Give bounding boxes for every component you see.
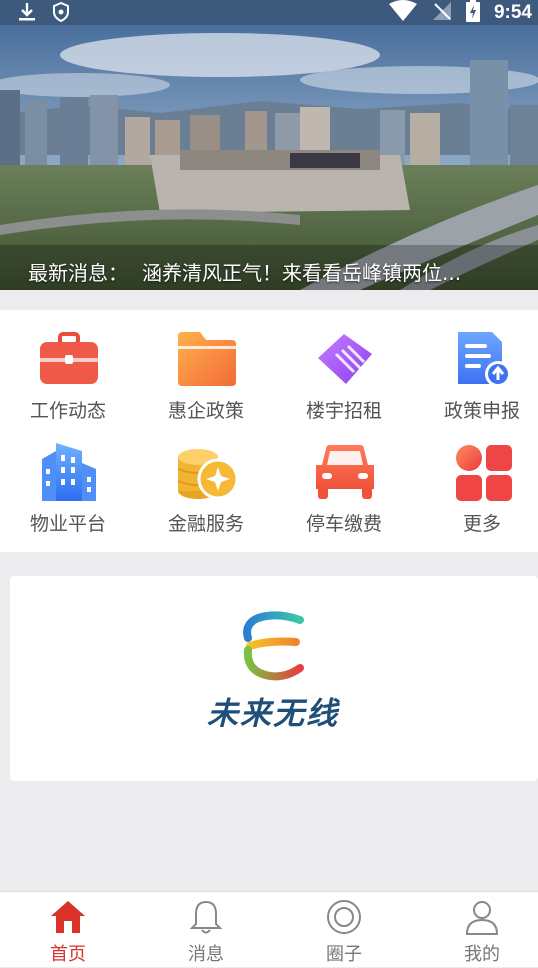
tab-circle[interactable]: 圈子	[277, 892, 411, 968]
grid-icon	[456, 445, 512, 501]
service-label: 金融服务	[167, 513, 244, 535]
service-label: 更多	[462, 513, 501, 535]
service-label: 工作动态	[29, 400, 106, 422]
service-building-rental[interactable]: 楼宇招租	[277, 310, 411, 422]
service-work-updates[interactable]: 工作动态	[1, 310, 135, 422]
news-headline: 涵养清风正气！来看看岳峰镇两位...	[142, 261, 462, 285]
tab-label: 消息	[188, 944, 224, 965]
service-parking-payment[interactable]: 停车缴费	[277, 423, 411, 535]
no-signal-icon	[432, 1, 452, 25]
news-label: 最新消息：	[28, 261, 128, 285]
document-upload-icon	[458, 332, 511, 387]
ad-banner[interactable]: 未来无线	[10, 576, 538, 781]
tab-profile[interactable]: 我的	[415, 892, 538, 968]
service-label: 楼宇招租	[305, 400, 382, 422]
news-banner[interactable]: 最新消息： 涵养清风正气！来看看岳峰镇两位...	[0, 25, 538, 290]
brand-e-logo-icon	[243, 611, 304, 681]
service-label: 惠企政策	[167, 400, 244, 422]
service-policy-application[interactable]: 政策申报	[415, 310, 538, 422]
building-icon	[42, 443, 96, 501]
service-grid: 工作动态 惠企政策 楼宇招租 政策申报 物业平台 金融服务 停车缴费 更多	[0, 310, 538, 552]
service-enterprise-policy[interactable]: 惠企政策	[139, 310, 273, 422]
service-financial[interactable]: 金融服务	[139, 423, 273, 535]
bottom-tab-bar: 首页 消息 圈子 我的	[0, 891, 538, 967]
tab-label: 首页	[50, 944, 86, 965]
future-wireless-logo: 未来无线	[188, 610, 358, 735]
service-label: 物业平台	[29, 513, 106, 535]
clock-time: 9:54	[493, 1, 532, 23]
service-property-platform[interactable]: 物业平台	[1, 423, 135, 535]
handshake-icon	[318, 334, 372, 384]
service-label: 政策申报	[443, 400, 520, 422]
service-more[interactable]: 更多	[415, 423, 538, 535]
coins-icon	[177, 449, 238, 500]
tab-label: 我的	[464, 944, 500, 965]
briefcase-icon	[40, 332, 98, 384]
car-icon	[316, 445, 374, 499]
shield-icon	[52, 1, 70, 26]
user-icon	[465, 901, 499, 935]
circle-icon	[327, 900, 361, 934]
news-ticker[interactable]: 最新消息： 涵养清风正气！来看看岳峰镇两位...	[28, 257, 461, 286]
battery-charging-icon	[465, 0, 480, 26]
city-skyline-image	[0, 25, 538, 290]
tab-messages[interactable]: 消息	[139, 892, 273, 968]
home-icon	[51, 901, 85, 933]
service-label: 停车缴费	[305, 513, 382, 535]
brand-name: 未来无线	[207, 696, 339, 732]
download-icon	[18, 2, 36, 26]
tab-home[interactable]: 首页	[1, 892, 135, 968]
tab-label: 圈子	[326, 944, 362, 965]
wifi-icon	[388, 0, 418, 26]
status-bar: 9:54	[0, 0, 538, 25]
bell-icon	[189, 900, 223, 934]
folder-icon	[178, 332, 236, 386]
